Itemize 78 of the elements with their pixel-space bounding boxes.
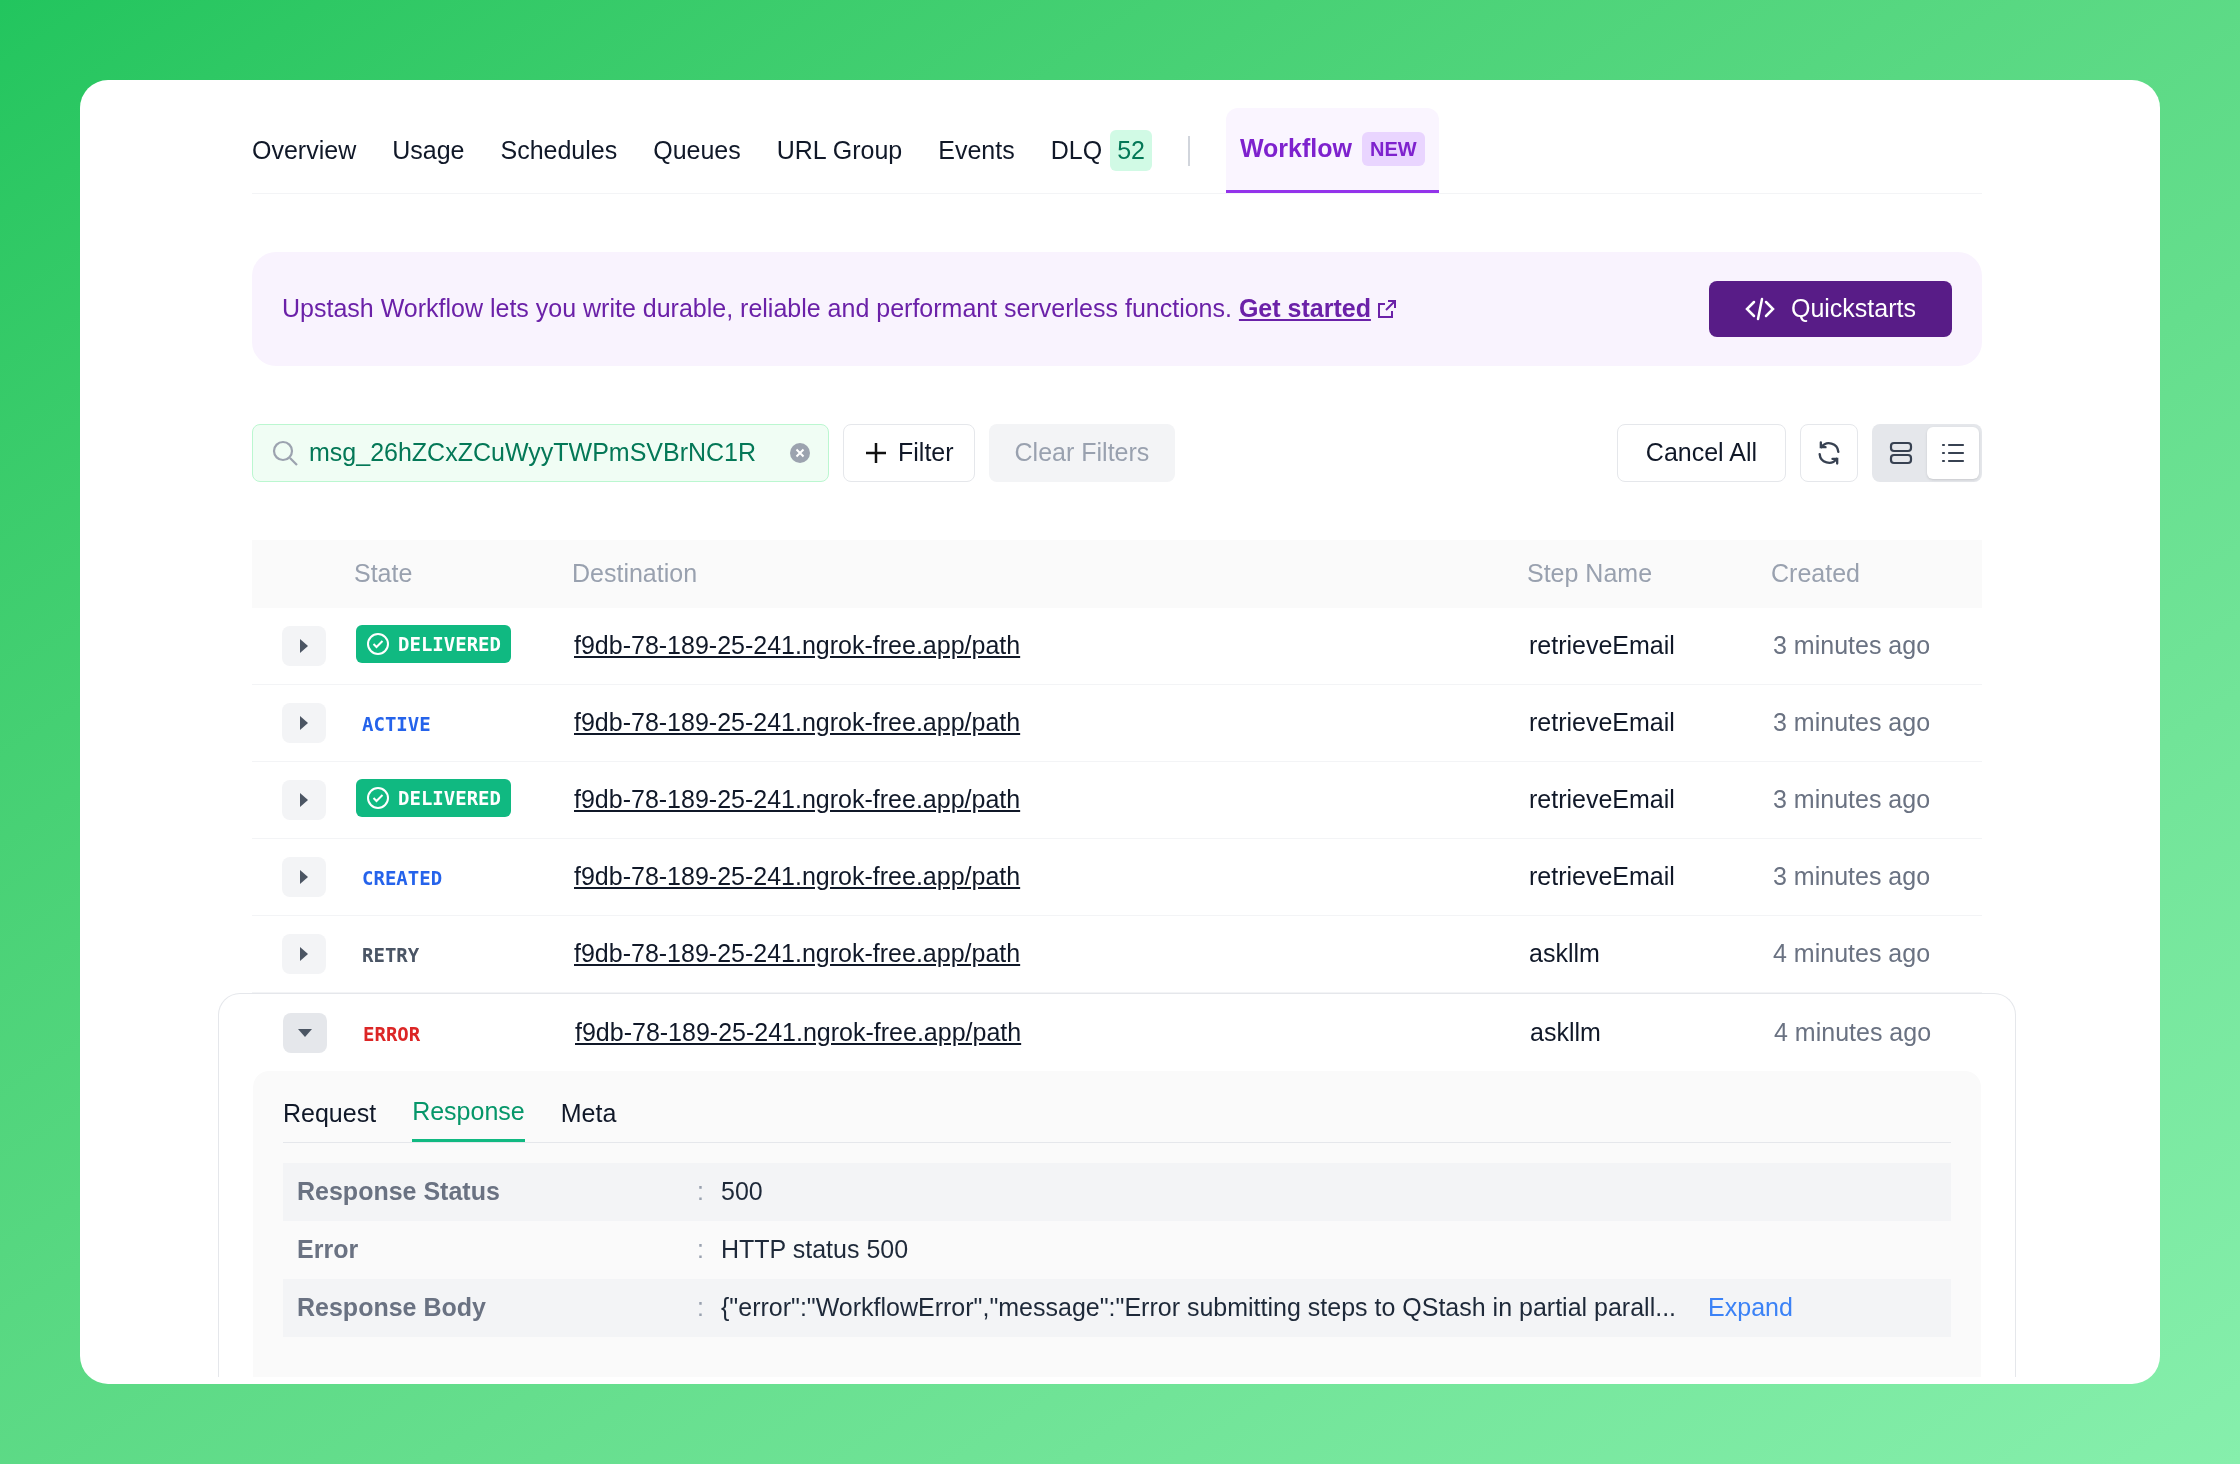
detail-tab[interactable]: Request [283,1085,377,1142]
table-cell-text: askllm [1530,1016,1602,1048]
caret-right-icon [298,869,310,885]
nav-tab[interactable]: Schedules [500,108,618,193]
field-value: HTTP status 500 [721,1234,909,1266]
expand-toggle[interactable] [282,626,326,666]
table-cell-text: 3 minutes ago [1773,707,1932,739]
search-input[interactable]: msg_26hZCxZCuWyyTWPmSVBrNC1R [309,434,780,472]
expand-toggle[interactable] [282,934,326,974]
field-label: Response Body [297,1292,487,1324]
table-cell-text: retrieveEmail [1529,784,1676,816]
caret-right-icon [298,792,310,808]
table-cell-text: retrieveEmail [1529,707,1676,739]
field-label: Error [297,1234,360,1266]
table-cell-text: askllm [1529,938,1601,970]
table-cell-text: 3 minutes ago [1773,861,1932,893]
quickstarts-button[interactable]: Quickstarts [1708,281,1952,337]
state-label: ACTIVE [361,713,432,736]
destination-link[interactable]: f9db-78-189-25-241.ngrok-free.app/path [574,862,1021,891]
table-cell-text: 3 minutes ago [1773,784,1932,816]
detail-tab[interactable]: Meta [560,1085,617,1142]
new-badge: NEW [1362,132,1425,166]
state-label: ERROR [362,1022,422,1045]
separator-text: : [697,1176,705,1208]
column-header: Destination [572,558,699,590]
search-icon [271,439,299,467]
caret-right-icon [298,638,310,654]
caret-right-icon [298,946,310,962]
column-header: Created [1771,558,1861,590]
get-started-link[interactable]: Get started [1238,290,1397,328]
nav-tab[interactable]: Events [938,108,1015,193]
expand-toggle[interactable] [282,780,326,820]
check-circle-icon [366,632,390,657]
expand-toggle[interactable] [283,1012,327,1053]
caret-right-icon [298,715,310,731]
destination-link[interactable]: f9db-78-189-25-241.ngrok-free.app/path [574,785,1021,814]
rows-icon [1888,440,1914,466]
expand-toggle[interactable] [282,703,326,743]
nav-tab[interactable]: URL Group [776,108,903,193]
search-field[interactable]: msg_26hZCxZCuWyyTWPmSVBrNC1R [252,424,829,482]
field-label: Response Status [297,1176,501,1208]
view-toggle[interactable] [1927,427,1979,479]
table-cell-text: 4 minutes ago [1773,938,1932,970]
separator-text: : [697,1292,705,1324]
expand-toggle[interactable] [282,857,326,897]
refresh-button[interactable] [1800,424,1858,482]
detail-tab[interactable]: Response [412,1085,525,1142]
table-cell-text: retrieveEmail [1529,630,1676,662]
state-label: RETRY [361,944,421,967]
count-badge: 52 [1110,129,1152,172]
nav-tab[interactable]: Usage [392,108,465,193]
filter-button[interactable]: Filter [843,424,975,482]
table-cell-text: 4 minutes ago [1774,1016,1933,1048]
state-badge: DELIVERED [356,779,511,818]
destination-link[interactable]: f9db-78-189-25-241.ngrok-free.app/path [574,708,1021,737]
destination-link[interactable]: f9db-78-189-25-241.ngrok-free.app/path [574,939,1021,968]
field-value: {"error":"WorkflowError","message":"Error submitting steps to QStash in partial parall... [721,1292,1677,1324]
table-cell-text: 3 minutes ago [1773,630,1932,662]
banner-text: Upstash Workflow lets you write durable, reliable and performant serverless functions. Get started [282,290,1397,328]
state-badge: DELIVERED [356,625,511,664]
state-label: CREATED [361,867,444,890]
caret-down-icon [297,1026,313,1039]
external-link-icon [1376,299,1397,319]
separator-text: : [697,1234,705,1266]
field-value: 500 [721,1176,763,1208]
plus-icon [864,441,888,465]
nav-tab[interactable]: Queues [653,108,741,193]
nav-tab[interactable]: DLQ 52 [1050,108,1152,193]
destination-link[interactable]: f9db-78-189-25-241.ngrok-free.app/path [574,631,1021,660]
table-cell-text: retrieveEmail [1529,861,1676,893]
column-header: Step Name [1527,558,1654,590]
nav-tab[interactable]: Overview [252,108,357,193]
code-icon [1744,297,1775,321]
check-circle-icon [366,786,390,811]
destination-link[interactable]: f9db-78-189-25-241.ngrok-free.app/path [575,1017,1022,1046]
nav-tab[interactable]: Workflow NEW [1225,108,1439,193]
cancel-all-button[interactable]: Cancel All [1616,424,1786,482]
column-header: State [354,558,414,590]
